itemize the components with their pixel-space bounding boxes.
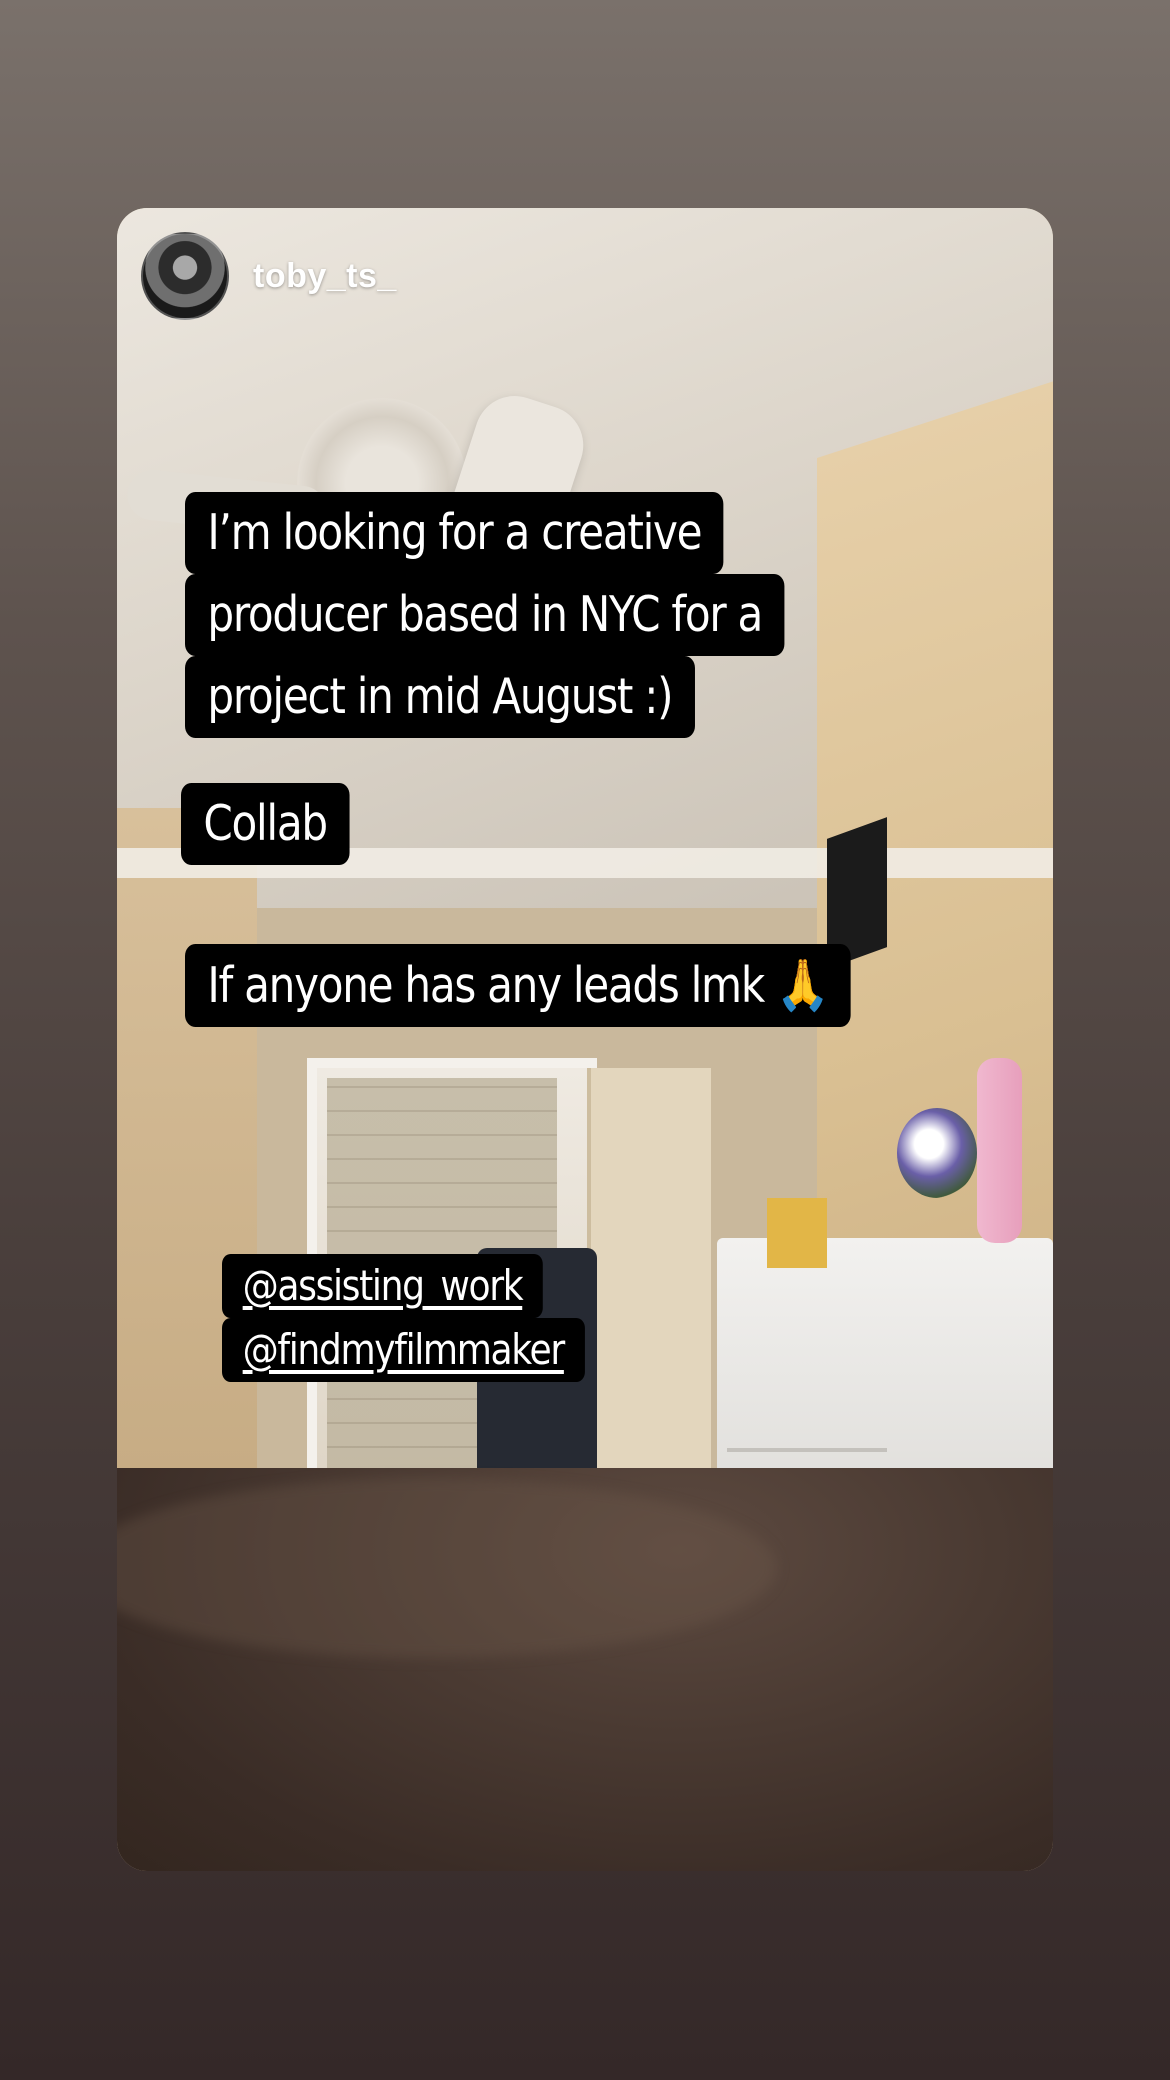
caption-line-1: I’m looking for a creative (185, 492, 724, 574)
caption-leads: If anyone has any leads lmk 🙏 (185, 944, 851, 1027)
avatar[interactable] (141, 232, 229, 320)
photo-drawer-line (727, 1448, 887, 1452)
photo-books (767, 1198, 827, 1268)
photo-left-wall (117, 808, 257, 1508)
mention-assisting-work[interactable]: @assisting_work (243, 1261, 524, 1310)
praying-hands-icon: 🙏 (776, 956, 830, 1014)
caption-collab: Collab (181, 783, 350, 865)
mentions-sticker: @assisting_work @findmyfilmmaker (222, 1254, 585, 1382)
photo-flowers (897, 1108, 977, 1198)
mention-line-1: @assisting_work (222, 1254, 543, 1318)
collab-label: Collab (181, 783, 350, 865)
caption-main: I’m looking for a creative producer base… (185, 492, 785, 738)
leads-text: If anyone has any leads lmk (207, 957, 765, 1014)
leads-line: If anyone has any leads lmk 🙏 (185, 944, 851, 1027)
caption-line-3: project in mid August :) (185, 656, 695, 738)
username[interactable]: toby_ts_ (253, 257, 397, 296)
photo-pink-bottle (977, 1058, 1022, 1243)
story-card: toby_ts_ I’m looking for a creative prod… (117, 208, 1053, 1871)
caption-line-2: producer based in NYC for a (185, 574, 785, 656)
mention-line-2: @findmyfilmmaker (222, 1318, 585, 1382)
story-header: toby_ts_ (141, 232, 397, 320)
mention-findmyfilmmaker[interactable]: @findmyfilmmaker (243, 1325, 566, 1374)
